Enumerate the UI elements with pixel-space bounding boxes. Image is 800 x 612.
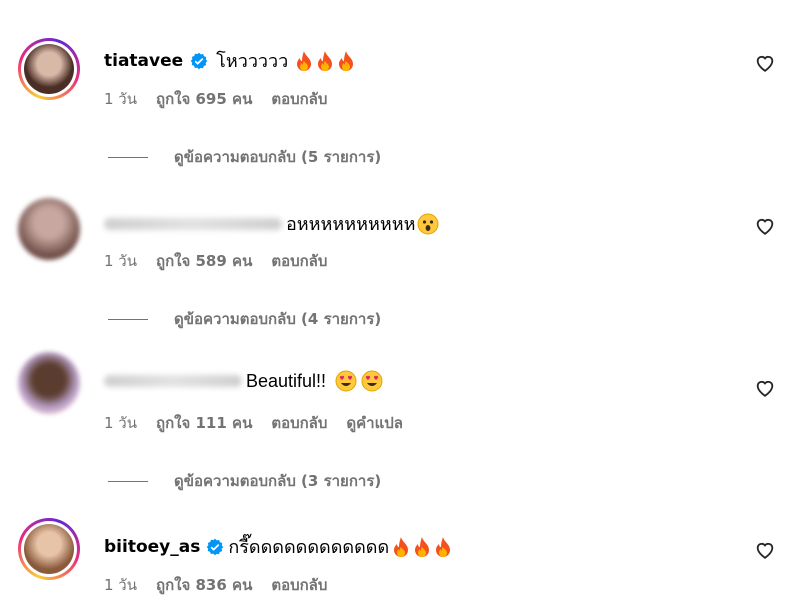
view-replies-label: ดูข้อความตอบกลับ (3 รายการ)	[174, 472, 382, 490]
fire-emoji	[294, 50, 314, 72]
like-count[interactable]: ถูกใจ 695 คน	[156, 87, 252, 111]
heart-outline-icon[interactable]	[754, 52, 776, 74]
verified-badge-icon	[190, 52, 208, 69]
avatar[interactable]	[18, 518, 80, 580]
reply-button[interactable]: ตอบกลับ	[271, 87, 327, 111]
comment-username[interactable]: tiatavee	[104, 51, 183, 71]
avatar[interactable]	[18, 198, 80, 260]
reply-button[interactable]: ตอบกลับ	[271, 573, 327, 597]
see-translation-button[interactable]: ดูคำแปล	[346, 411, 403, 435]
heart-eyes-face-emoji	[335, 370, 357, 392]
view-replies-label: ดูข้อความตอบกลับ (4 รายการ)	[174, 310, 382, 328]
replies-divider	[108, 156, 148, 158]
avatar[interactable]	[18, 352, 80, 414]
heart-outline-icon[interactable]	[754, 215, 776, 237]
reply-button[interactable]: ตอบกลับ	[271, 411, 327, 435]
comment-username[interactable]: biitoey_as	[104, 537, 200, 557]
comment-text: อหหหหหหหหหห	[286, 214, 416, 235]
fire-emoji	[315, 50, 335, 72]
fire-emoji	[433, 536, 453, 558]
fire-emoji	[412, 536, 432, 558]
view-replies-button[interactable]: ดูข้อความตอบกลับ (5 รายการ)	[108, 145, 381, 169]
replies-divider	[108, 318, 148, 320]
heart-outline-icon[interactable]	[754, 539, 776, 561]
verified-badge-icon	[207, 538, 224, 555]
comment-time: 1 วัน	[104, 252, 137, 270]
comment-text: กรี๊ดดดดดดดดดดดด	[228, 537, 390, 558]
like-count[interactable]: ถูกใจ 589 คน	[156, 249, 252, 273]
like-count[interactable]: ถูกใจ 836 คน	[156, 573, 252, 597]
fire-emoji	[391, 536, 411, 558]
comment-time: 1 วัน	[104, 414, 137, 432]
astonished-face-emoji	[417, 213, 439, 235]
heart-eyes-face-emoji	[361, 370, 383, 392]
blurred-username[interactable]	[104, 375, 242, 387]
comment-time: 1 วัน	[104, 90, 137, 108]
replies-divider	[108, 480, 148, 482]
view-replies-button[interactable]: ดูข้อความตอบกลับ (4 รายการ)	[108, 307, 381, 331]
avatar[interactable]	[18, 38, 80, 100]
like-count[interactable]: ถูกใจ 111 คน	[156, 411, 252, 435]
fire-emoji	[336, 50, 356, 72]
view-replies-label: ดูข้อความตอบกลับ (5 รายการ)	[174, 148, 382, 166]
comment-time: 1 วัน	[104, 576, 137, 594]
blurred-username[interactable]	[104, 217, 282, 230]
reply-button[interactable]: ตอบกลับ	[271, 249, 327, 273]
comment-text: Beautiful!!	[246, 370, 327, 391]
view-replies-button[interactable]: ดูข้อความตอบกลับ (3 รายการ)	[108, 469, 381, 493]
heart-outline-icon[interactable]	[754, 377, 776, 399]
comment-text: โหววววว	[216, 51, 289, 72]
